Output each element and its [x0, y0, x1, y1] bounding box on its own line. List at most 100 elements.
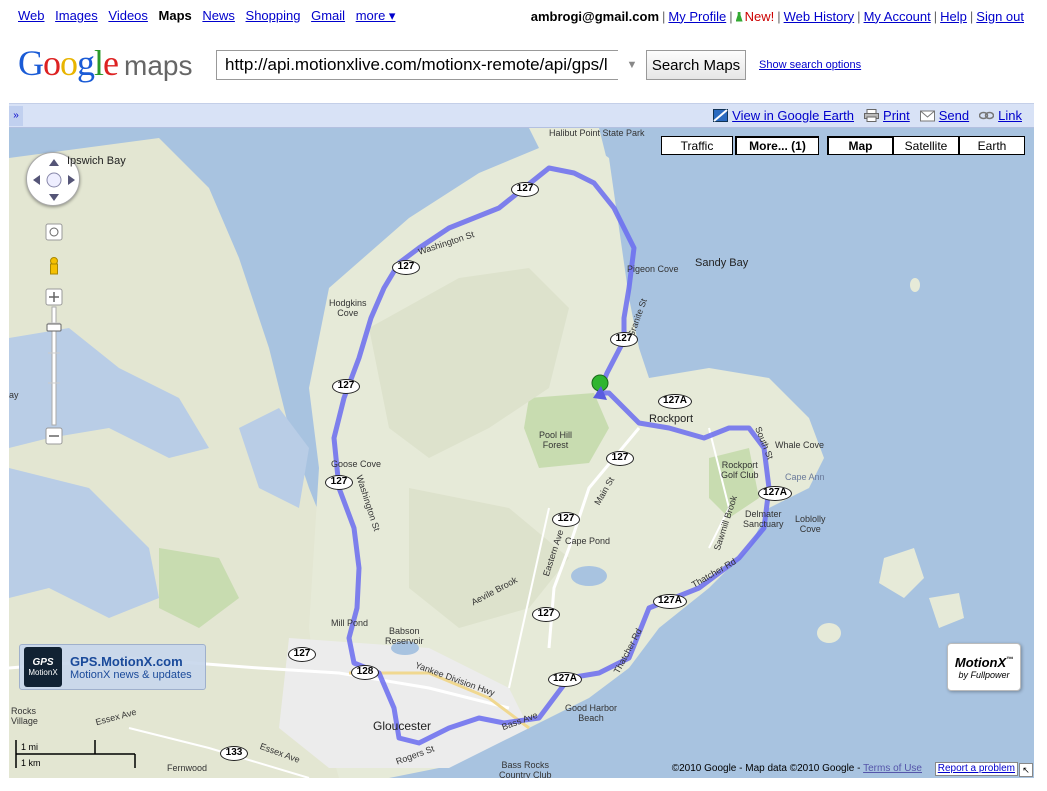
label-good-harbor: Good Harbor Beach	[565, 703, 618, 723]
route-shield: 127A	[653, 594, 687, 609]
my-profile-link[interactable]: My Profile	[668, 9, 726, 24]
label-cape-ann: Cape Ann	[785, 472, 825, 482]
show-search-options-link[interactable]: Show search options	[759, 59, 861, 71]
scale-bar: 1 mi 1 km	[15, 736, 145, 774]
label-cape-pond: Cape Pond	[565, 536, 611, 546]
label-rocks: Rocks Village	[11, 706, 38, 726]
nav-images[interactable]: Images	[55, 8, 98, 23]
logo-product: maps	[124, 50, 193, 81]
search-input[interactable]: http://api.motionxlive.com/motionx-remot…	[216, 50, 646, 80]
route-shield: 127	[606, 451, 634, 466]
route-shield: 127A	[758, 486, 792, 501]
send-link[interactable]: Send	[939, 108, 969, 123]
copyright: ©2010 Google - Map data ©2010 Google - T…	[672, 763, 922, 774]
top-nav: Web Images Videos Maps News Shopping Gma…	[0, 0, 1034, 32]
nav-web[interactable]: Web	[18, 8, 45, 23]
print-link[interactable]: Print	[883, 108, 910, 123]
google-earth-icon	[713, 109, 729, 122]
map-actions: View in Google Earth Print Send Link	[713, 108, 1022, 123]
map-view-button[interactable]: Map	[827, 136, 893, 155]
web-history-link[interactable]: Web History	[784, 9, 855, 24]
label-pool-hill: Pool Hill Forest	[539, 430, 573, 450]
nav-more[interactable]: more ▾	[356, 8, 396, 23]
route-shield: 127A	[658, 394, 692, 409]
gps-motionx-promo[interactable]: GPS MotionX GPS.MotionX.com MotionX news …	[19, 644, 206, 690]
view-in-earth-link[interactable]: View in Google Earth	[732, 108, 854, 123]
sign-out-link[interactable]: Sign out	[976, 9, 1024, 24]
motionx-logo-tm: ™	[1006, 656, 1014, 664]
nav-shopping[interactable]: Shopping	[246, 8, 301, 23]
traffic-button[interactable]: Traffic	[661, 136, 733, 155]
nav-news[interactable]: News	[202, 8, 235, 23]
label-ipswich: Ipswich Bay	[67, 155, 126, 167]
zoom-slider[interactable]	[44, 223, 64, 453]
route-shield: 127	[552, 512, 580, 527]
promo-badge-bottom: MotionX	[28, 668, 58, 677]
link-link[interactable]: Link	[998, 108, 1022, 123]
promo-badge-top: GPS	[32, 657, 54, 668]
map-canvas[interactable]: Traffic More... (1) Map Satellite Earth	[9, 128, 1034, 778]
motionx-logo-text: MotionX	[954, 654, 1007, 670]
label-pigeon-cove: Pigeon Cove	[627, 264, 679, 274]
label-rockport: Rockport	[649, 413, 694, 425]
terms-of-use-link[interactable]: Terms of Use	[863, 763, 922, 774]
label-bay: ay	[9, 390, 19, 400]
zoom-control	[44, 223, 64, 456]
chevron-down-icon[interactable]: ▼	[618, 50, 646, 80]
new-badge: New!	[744, 8, 775, 24]
label-bass-rocks: Bass Rocks Country Club	[499, 760, 552, 778]
route-shield: 127A	[548, 672, 582, 687]
report-problem-link[interactable]: Report a problem	[938, 763, 1015, 774]
nav-gmail[interactable]: Gmail	[311, 8, 345, 23]
envelope-icon	[919, 110, 935, 122]
route-shield: 127	[532, 607, 560, 622]
route-shield: 127	[288, 647, 316, 662]
promo-subtitle: MotionX news & updates	[70, 668, 192, 681]
route-shield: 127	[392, 260, 420, 275]
route-shield: 128	[351, 665, 379, 680]
user-email: ambrogi@gmail.com	[530, 8, 660, 24]
nav-maps: Maps	[158, 8, 192, 23]
label-mill-pond: Mill Pond	[331, 618, 369, 628]
help-link[interactable]: Help	[940, 9, 967, 24]
motionx-by-text: by Fullpower	[958, 669, 1010, 680]
my-account-link[interactable]: My Account	[864, 9, 931, 24]
label-whale-cove: Whale Cove	[775, 440, 825, 450]
chain-link-icon	[979, 111, 995, 120]
label-rockport-golf: Rockport Golf Club	[721, 460, 759, 480]
satellite-view-button[interactable]: Satellite	[893, 136, 959, 155]
printer-icon	[864, 109, 880, 122]
product-links: Web Images Videos Maps News Shopping Gma…	[18, 8, 402, 24]
label-gloucester: Gloucester	[373, 719, 432, 733]
more-layers-button[interactable]: More... (1)	[735, 136, 819, 155]
google-maps-logo[interactable]: Google maps	[18, 42, 192, 84]
link-action[interactable]: Link	[979, 108, 1022, 123]
print-action[interactable]: Print	[864, 108, 910, 123]
nav-videos[interactable]: Videos	[108, 8, 148, 23]
promo-title: GPS.MotionX.com	[70, 653, 183, 669]
label-fernwood: Fernwood	[167, 763, 208, 773]
route-shield: 133	[220, 746, 248, 761]
label-halibut: Halibut Point State Park	[549, 128, 645, 138]
send-action[interactable]: Send	[919, 108, 969, 123]
route-shield: 127	[511, 182, 539, 197]
label-loblolly: Loblolly Cove	[795, 514, 826, 534]
expand-panel-button[interactable]: »	[9, 106, 23, 126]
view-in-earth-action[interactable]: View in Google Earth	[713, 108, 854, 123]
route-shield: 127	[325, 475, 353, 490]
earth-view-button[interactable]: Earth	[959, 136, 1025, 155]
expand-corner-icon[interactable]: ↖	[1019, 763, 1033, 777]
map-toolbar: » View in Google Earth Print Send Link	[9, 103, 1034, 128]
label-goose-cove: Goose Cove	[331, 459, 382, 469]
search-maps-button[interactable]: Search Maps	[646, 50, 746, 80]
scale-mi: 1 mi	[21, 742, 39, 752]
copyright-text: ©2010 Google - Map data ©2010 Google -	[671, 763, 861, 774]
label-hodgkins-cove: Hodgkins Cove	[329, 298, 367, 318]
motionx-logo[interactable]: MotionX™ by Fullpower	[947, 643, 1021, 691]
account-links: ambrogi@gmail.com | My Profile | New! | Web Hi…	[530, 8, 1024, 24]
report-problem[interactable]: Report a problem	[934, 762, 1018, 776]
motionx-gps-icon: GPS MotionX	[24, 647, 62, 687]
header: Google maps http://api.motionxlive.com/mo…	[0, 32, 1034, 102]
label-delmater: Delmater Sanctuary	[743, 509, 784, 529]
label-babson: Babson Reservoir	[385, 626, 424, 646]
